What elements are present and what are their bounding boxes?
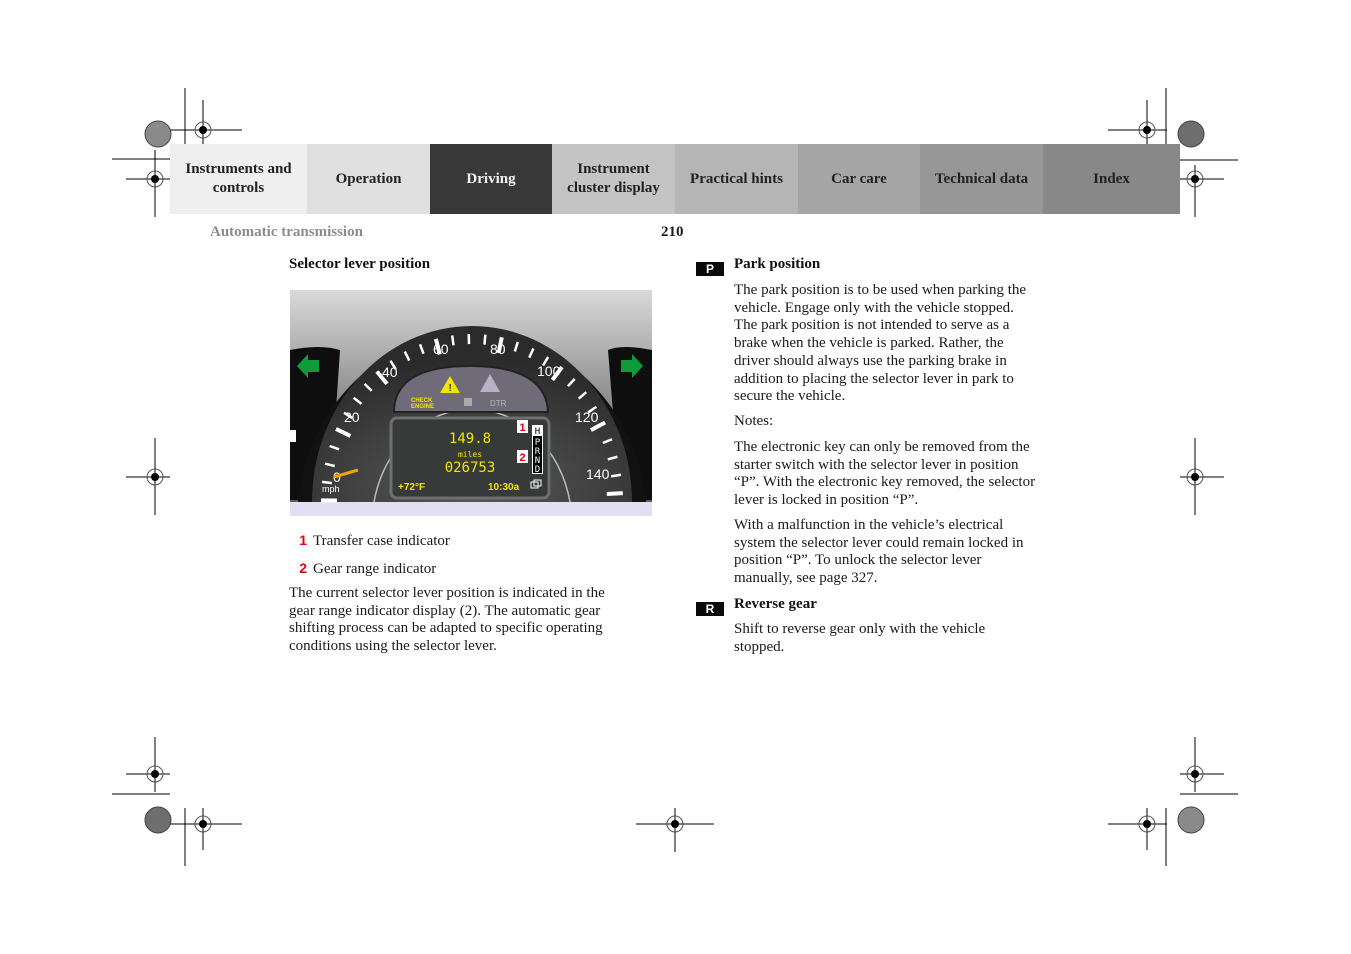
callout-2: 2 (519, 452, 525, 464)
text-line: position “P”. To unlock the selector lev… (734, 552, 982, 569)
legend-item: 1 Transfer case indicator (289, 532, 649, 551)
note-2: With a malfunction in the vehicle’s elec… (734, 517, 1094, 588)
speed-label-80: 80 (490, 341, 506, 357)
text-line: The current selector lever position is i… (289, 585, 605, 601)
speed-label-120: 120 (575, 409, 599, 425)
transfer-case-letter: H (535, 427, 540, 437)
outside-temperature: +72°F (398, 482, 425, 493)
section-title: Selector lever position (289, 256, 431, 272)
tab-car-care[interactable]: Car care (798, 144, 920, 214)
reverse-paragraph: Shift to reverse gear only with the vehi… (734, 621, 1094, 656)
gear-letter-d: D (535, 465, 540, 475)
text-line: secure the vehicle. (734, 388, 846, 405)
svg-text:!: ! (449, 383, 452, 394)
speed-label-100: 100 (537, 363, 561, 379)
odometer-reading: 026753 (445, 460, 496, 476)
headlamp-icon (464, 398, 472, 406)
text-line: conditions using the selector lever. (289, 638, 497, 655)
speed-label-20: 20 (344, 409, 360, 425)
clock: 10:30a (488, 482, 520, 493)
text-line: The electronic key can only be removed f… (734, 439, 1030, 455)
text-line: “P”. With the electronic key removed, th… (734, 474, 1036, 491)
tab-driving[interactable]: Driving (430, 144, 552, 214)
text-line: shifting process can be adapted to speci… (289, 620, 603, 637)
check-engine-line2: ENGINE (411, 404, 434, 410)
speed-label-60: 60 (433, 341, 449, 357)
tab-practical-hints[interactable]: Practical hints (675, 144, 798, 214)
speed-tick (483, 334, 487, 345)
reverse-badge: R (696, 602, 724, 616)
dtr-label: DTR (490, 399, 507, 408)
notes-label: Notes: (734, 413, 774, 429)
tab-operation[interactable]: Operation (307, 144, 430, 214)
instrument-cluster-figure: 20 40 60 80 100 120 140 0 mph ! CHECK EN… (290, 290, 652, 516)
park-badge: P (696, 262, 724, 276)
park-paragraph: The park position is to be used when par… (734, 282, 1094, 406)
text-line: starter switch with the selector lever i… (734, 456, 1019, 473)
text-line: gear range indicator display (2). The au… (289, 602, 601, 619)
distance-unit: miles (458, 450, 482, 459)
text-line: Shift to reverse gear only with the vehi… (734, 621, 986, 637)
figure-legend: 1 Transfer case indicator 2 Gear range i… (289, 532, 649, 578)
legend-text: Transfer case indicator (313, 533, 450, 549)
speed-label-140: 140 (586, 466, 610, 482)
speed-label-40: 40 (382, 364, 398, 380)
speed-tick (321, 480, 333, 485)
legend-number: 1 (299, 532, 307, 548)
note-1: The electronic key can only be removed f… (734, 439, 1094, 510)
legend-text: Gear range indicator (313, 560, 437, 577)
chapter-nav: Instruments and controls Operation Driving… (170, 144, 1180, 214)
tab-technical-data[interactable]: Technical data (920, 144, 1043, 214)
running-head: Automatic transmission (210, 224, 363, 240)
speed-tick (450, 335, 455, 346)
text-line: The park position is not intended to ser… (734, 317, 1010, 334)
text-line: driver should always use the parking bra… (734, 352, 1007, 369)
tab-instruments-and-controls[interactable]: Instruments and controls (170, 144, 307, 214)
tab-instrument-cluster-display[interactable]: Instrument cluster display (552, 144, 675, 214)
reverse-title: Reverse gear (734, 596, 817, 612)
text-line: addition to placing the selector lever i… (734, 370, 1014, 387)
text-line: The park position is to be used when par… (734, 282, 1027, 298)
legend-number: 2 (299, 559, 307, 576)
page-number: 210 (661, 224, 684, 240)
text-line: brake when the vehicle is parked. Rather… (734, 335, 1004, 352)
text-line: stopped. (734, 638, 785, 655)
callout-1: 1 (519, 422, 525, 434)
text-line: vehicle. Engage only with the vehicle st… (734, 299, 1014, 316)
speed-tick (610, 473, 622, 478)
text-line: lever is locked in position “P”. (734, 492, 919, 509)
speed-tick (606, 491, 623, 496)
text-line: With a malfunction in the vehicle’s elec… (734, 517, 1004, 533)
legend-item: 2 Gear range indicator (289, 560, 649, 579)
park-title: Park position (734, 256, 821, 272)
text-line: system the selector lever could remain l… (734, 534, 1024, 551)
tab-index[interactable]: Index (1043, 144, 1180, 214)
selector-paragraph: The current selector lever position is i… (289, 585, 669, 656)
speed-unit: mph (322, 484, 340, 494)
trip-reading: 149.8 (449, 431, 491, 447)
text-line: manually, see page 327. (734, 570, 878, 587)
